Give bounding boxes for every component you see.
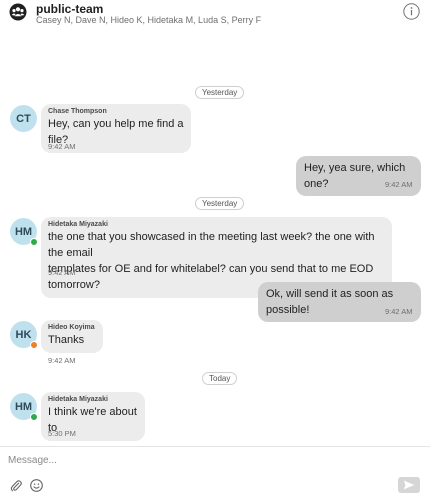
composer-divider <box>0 446 430 447</box>
avatar[interactable]: HM <box>10 218 38 246</box>
message-time: 9:42 AM <box>48 268 76 277</box>
avatar[interactable]: CT <box>10 105 37 132</box>
presence-online-indicator <box>30 413 38 421</box>
presence-away-indicator <box>30 341 38 349</box>
avatar-initials: HM <box>14 400 33 413</box>
message-time: 9:42 AM <box>48 142 76 151</box>
info-icon[interactable] <box>403 3 420 20</box>
message-time: 9:42 AM <box>385 180 413 189</box>
team-icon <box>9 3 27 21</box>
avatar-initials: HM <box>14 225 33 238</box>
presence-online-indicator <box>30 238 38 246</box>
message-time: 5:30 PM <box>48 429 76 438</box>
sender-name: Hidetaka Miyazaki <box>48 221 108 228</box>
message-bubble: Hideo Koyima Thanks <box>41 320 103 353</box>
send-icon <box>403 480 415 490</box>
avatar[interactable]: HK <box>10 321 38 349</box>
message-input[interactable] <box>8 451 418 469</box>
avatar-initials: HK <box>15 328 32 341</box>
paperclip-icon[interactable] <box>10 479 22 492</box>
own-message-bubble: Hey, yea sure, which one? <box>296 156 421 196</box>
sender-name: Hideo Koyima <box>48 324 95 331</box>
team-name[interactable]: public-team <box>36 2 103 16</box>
sender-name: Hidetaka Miyazaki <box>48 396 108 403</box>
message-text: Thanks <box>48 334 85 346</box>
message-time: 9:42 AM <box>385 307 413 316</box>
send-button[interactable] <box>398 477 420 493</box>
own-message-bubble: Ok, will send it as soon as possible! <box>258 282 421 322</box>
team-members: Casey N, Dave N, Hideo K, Hidetaka M, Lu… <box>36 15 262 25</box>
message-text-line: the one that you showcased in the meetin… <box>48 231 375 259</box>
date-separator: Yesterday <box>195 86 245 99</box>
date-separator: Today <box>202 372 238 385</box>
chat-window: public-team Casey N, Dave N, Hideo K, Hi… <box>0 0 430 493</box>
chat-header: public-team Casey N, Dave N, Hideo K, Hi… <box>0 0 430 30</box>
avatar[interactable]: HM <box>10 393 38 421</box>
message-time: 9:42 AM <box>48 356 76 365</box>
emoji-icon[interactable] <box>30 479 43 492</box>
date-separator: Yesterday <box>195 197 245 210</box>
sender-name: Chase Thompson <box>48 108 107 115</box>
